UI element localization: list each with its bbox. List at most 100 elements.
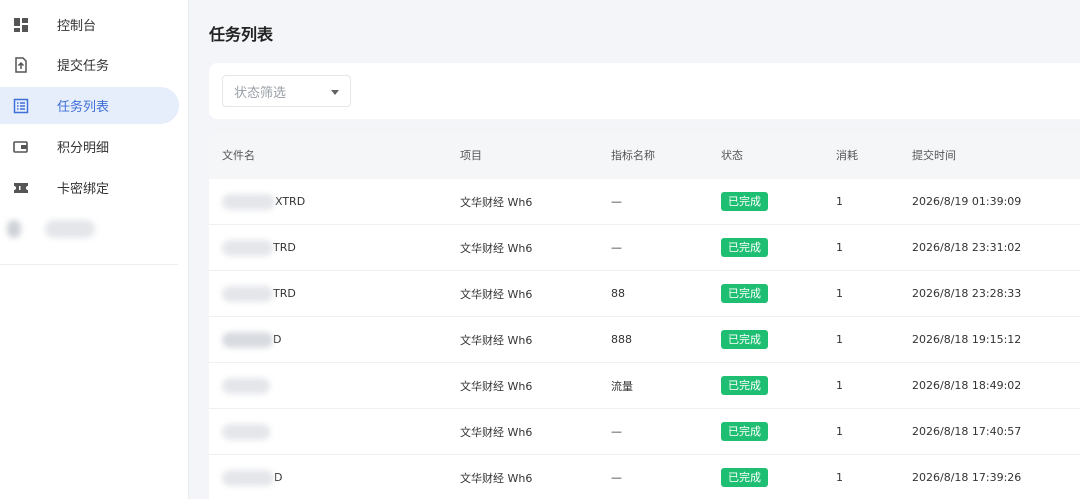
metric-cell: 流量 (611, 379, 633, 393)
file-name-cell: XTRD (222, 179, 305, 224)
column-header[interactable]: 指标名称 (611, 131, 655, 179)
table-row[interactable]: TRD 文华财经 Wh6 — 已完成 1 2026/8/18 23:31:02 (209, 225, 1080, 271)
column-header[interactable]: 消耗 (836, 131, 858, 179)
column-header[interactable]: 状态 (721, 131, 743, 179)
redacted-filename (222, 331, 273, 348)
status-badge: 已完成 (721, 422, 768, 441)
file-name-cell (222, 363, 270, 408)
status-badge: 已完成 (721, 192, 768, 211)
redacted-filename (222, 377, 270, 394)
sidebar-divider (0, 264, 178, 265)
submit-time-cell: 2026/8/18 17:39:26 (912, 471, 1022, 484)
file-name-cell: D (222, 455, 282, 499)
project-cell: 文华财经 Wh6 (460, 379, 533, 393)
file-name-cell (222, 409, 270, 454)
project-cell: 文华财经 Wh6 (460, 471, 533, 485)
submit-time-cell: 2026/8/18 23:31:02 (912, 241, 1022, 254)
cost-cell: 1 (836, 425, 843, 438)
table-row[interactable]: 文华财经 Wh6 — 已完成 1 2026/8/18 17:40:57 (209, 409, 1080, 455)
sidebar-item-label: 积分明细 (57, 141, 110, 156)
file-name-suffix: D (273, 333, 282, 346)
upload-file-icon (13, 56, 29, 73)
table-row[interactable]: D 文华财经 Wh6 888 已完成 1 2026/8/18 19:15:12 (209, 317, 1080, 363)
file-name-suffix: TRD (273, 241, 296, 254)
redacted-filename (222, 239, 273, 256)
column-header[interactable]: 文件名 (222, 131, 255, 179)
status-cell: 已完成 (721, 409, 768, 454)
task-table: 文件名 项目 指标名称 状态 消耗 提交时间 XTRD 文华财经 Wh6 — 已… (209, 131, 1080, 499)
submit-time-cell: 2026/8/18 18:49:02 (912, 379, 1022, 392)
project-cell: 文华财经 Wh6 (460, 333, 533, 347)
file-name-cell: D (222, 317, 281, 362)
project-cell: 文华财经 Wh6 (460, 195, 533, 209)
status-filter-select[interactable]: 状态筛选 (222, 75, 351, 107)
status-badge: 已完成 (721, 468, 768, 487)
status-badge: 已完成 (721, 238, 768, 257)
submit-time-cell: 2026/8/18 17:40:57 (912, 425, 1022, 438)
status-badge: 已完成 (721, 330, 768, 349)
caret-down-icon (331, 90, 339, 95)
filter-bar: 状态筛选 (209, 63, 1080, 119)
cost-cell: 1 (836, 287, 843, 300)
page-title: 任务列表 (209, 25, 274, 44)
sidebar-item-user[interactable] (0, 210, 179, 247)
status-badge: 已完成 (721, 284, 768, 303)
sidebar-item-label: 任务列表 (57, 100, 110, 115)
table-row[interactable]: 文华财经 Wh6 流量 已完成 1 2026/8/18 18:49:02 (209, 363, 1080, 409)
sidebar-item-card-binding[interactable]: 卡密绑定 (0, 169, 179, 206)
project-cell: 文华财经 Wh6 (460, 241, 533, 255)
table-header: 文件名 项目 指标名称 状态 消耗 提交时间 (209, 131, 1080, 179)
status-cell: 已完成 (721, 317, 768, 362)
dashboard-icon (13, 17, 29, 33)
project-cell: 文华财经 Wh6 (460, 425, 533, 439)
sidebar: 控制台 提交任务 任务列表 积分明细 卡密绑定 (0, 0, 189, 499)
metric-cell: — (611, 471, 622, 484)
redacted-filename (222, 193, 275, 210)
wallet-icon (13, 139, 29, 155)
column-header[interactable]: 提交时间 (912, 131, 956, 179)
status-cell: 已完成 (721, 455, 768, 499)
sidebar-item-label: 卡密绑定 (57, 182, 110, 197)
status-filter-placeholder: 状态筛选 (234, 85, 287, 101)
file-name-cell: TRD (222, 225, 296, 270)
table-row[interactable]: TRD 文华财经 Wh6 88 已完成 1 2026/8/18 23:28:33 (209, 271, 1080, 317)
cost-cell: 1 (836, 471, 843, 484)
status-cell: 已完成 (721, 363, 768, 408)
sidebar-item-label: 提交任务 (57, 59, 110, 74)
metric-cell: 888 (611, 333, 632, 346)
status-cell: 已完成 (721, 179, 768, 224)
status-cell: 已完成 (721, 271, 768, 316)
sidebar-item-points-detail[interactable]: 积分明细 (0, 128, 179, 165)
file-name-suffix: D (274, 471, 283, 484)
submit-time-cell: 2026/8/19 01:39:09 (912, 195, 1022, 208)
cost-cell: 1 (836, 241, 843, 254)
ticket-icon (13, 180, 29, 196)
table-row[interactable]: XTRD 文华财经 Wh6 — 已完成 1 2026/8/19 01:39:09 (209, 179, 1080, 225)
cost-cell: 1 (836, 379, 843, 392)
submit-time-cell: 2026/8/18 19:15:12 (912, 333, 1022, 346)
file-name-suffix: TRD (273, 287, 296, 300)
project-cell: 文华财经 Wh6 (460, 287, 533, 301)
redacted-filename (222, 423, 270, 440)
status-cell: 已完成 (721, 225, 768, 270)
list-icon (13, 98, 29, 114)
sidebar-item-task-list[interactable]: 任务列表 (0, 87, 179, 124)
table-row[interactable]: D 文华财经 Wh6 — 已完成 1 2026/8/18 17:39:26 (209, 455, 1080, 499)
file-name-suffix: XTRD (275, 195, 306, 208)
cost-cell: 1 (836, 333, 843, 346)
sidebar-item-dashboard[interactable]: 控制台 (0, 6, 179, 43)
avatar (7, 219, 21, 238)
metric-cell: — (611, 425, 622, 438)
redacted-filename (222, 469, 274, 486)
sidebar-item-submit-task[interactable]: 提交任务 (0, 46, 179, 83)
cost-cell: 1 (836, 195, 843, 208)
status-badge: 已完成 (721, 376, 768, 395)
sidebar-item-label: 控制台 (57, 19, 97, 34)
metric-cell: — (611, 195, 622, 208)
redacted-filename (222, 285, 273, 302)
redacted-username (45, 219, 95, 238)
submit-time-cell: 2026/8/18 23:28:33 (912, 287, 1022, 300)
metric-cell: 88 (611, 287, 625, 300)
metric-cell: — (611, 241, 622, 254)
column-header[interactable]: 项目 (460, 131, 482, 179)
